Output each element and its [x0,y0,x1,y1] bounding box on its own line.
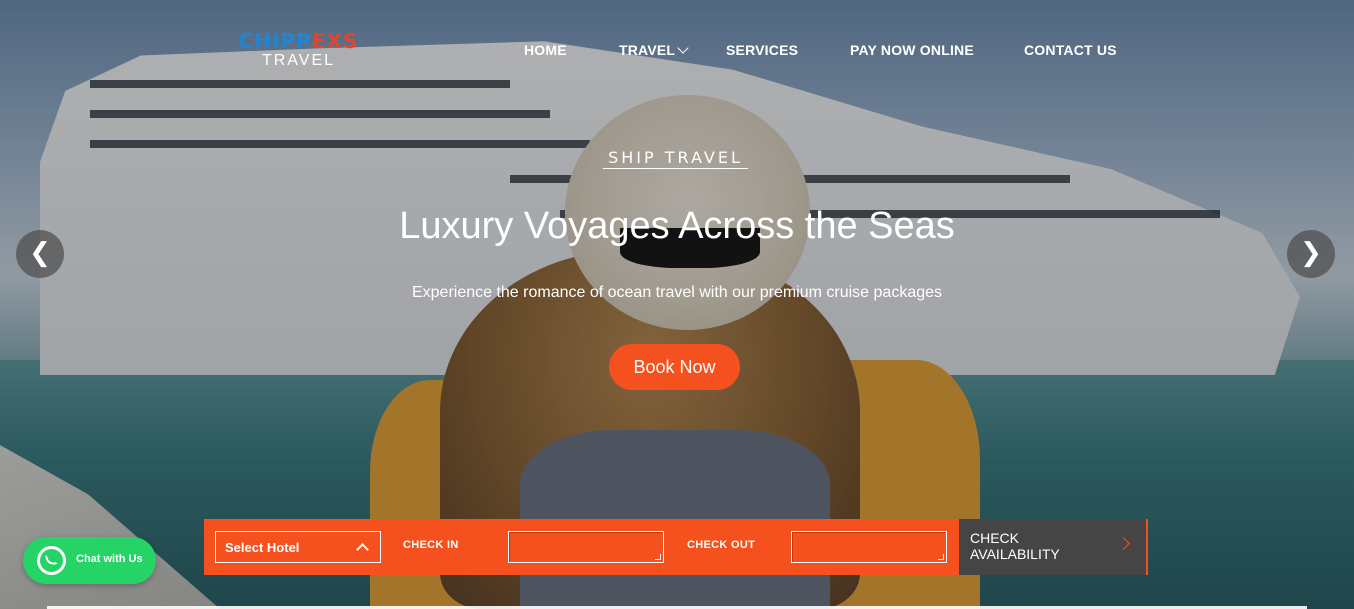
chevron-up-icon [356,543,369,556]
hero-tagline: Experience the romance of ocean travel w… [411,284,943,301]
carousel-prev-button[interactable]: ❮ [16,230,64,278]
check-out-field[interactable] [791,531,947,563]
phone-icon [45,553,58,566]
nav-item-travel[interactable]: TRAVEL [619,42,689,58]
whatsapp-chat-button[interactable]: Chat with Us [23,537,156,584]
resize-grip-icon[interactable] [938,554,944,560]
chevron-left-icon: ❮ [29,238,51,268]
logo-subtitle: TRAVEL [261,52,336,69]
check-availability-button[interactable]: CHECK AVAILABILITY [959,519,1148,575]
hero-background [0,0,1354,609]
site-logo[interactable]: CHIPPEXS TRAVEL [231,30,366,70]
select-hotel-label: Select Hotel [225,540,300,555]
nav-item-label: PAY NOW ONLINE [850,42,974,58]
nav-item-label: CONTACT US [1024,42,1117,58]
carousel-next-button[interactable]: ❯ [1287,230,1335,278]
button-edge-divider [1146,519,1148,575]
nav-item-label: HOME [524,42,567,58]
chevron-right-icon [1117,537,1130,550]
hero-overlay [0,0,1354,609]
book-now-button[interactable]: Book Now [609,344,740,390]
nav-item-home[interactable]: HOME [524,42,567,58]
check-in-field[interactable] [508,531,664,563]
check-out-label: CHECK OUT [687,539,756,551]
nav-item-label: SERVICES [726,42,799,58]
nav-item-pay-now-online[interactable]: PAY NOW ONLINE [850,42,974,58]
booking-bar: Select Hotel CHECK IN CHECK OUT CHECK AV… [204,519,1148,575]
logo-brand-blue: CHIPP [238,29,312,53]
check-in-label: CHECK IN [403,539,459,551]
select-hotel-dropdown[interactable]: Select Hotel [215,531,381,563]
nav-item-services[interactable]: SERVICES [726,42,798,58]
logo-brand-red: EXS [311,29,359,53]
check-availability-label: CHECK AVAILABILITY [970,530,1060,562]
chat-label: Chat with Us [76,553,143,565]
hero-headline: Luxury Voyages Across the Seas [399,205,955,247]
nav-item-contact-us[interactable]: CONTACT US [1024,42,1117,58]
hero-kicker: SHIP TRAVEL [603,148,748,169]
resize-grip-icon[interactable] [655,554,661,560]
chevron-right-icon: ❯ [1300,238,1322,268]
logo-brand: CHIPPEXS [231,30,366,52]
whatsapp-icon [37,546,66,575]
chevron-down-icon [677,42,689,54]
nav-item-label: TRAVEL [619,42,676,58]
